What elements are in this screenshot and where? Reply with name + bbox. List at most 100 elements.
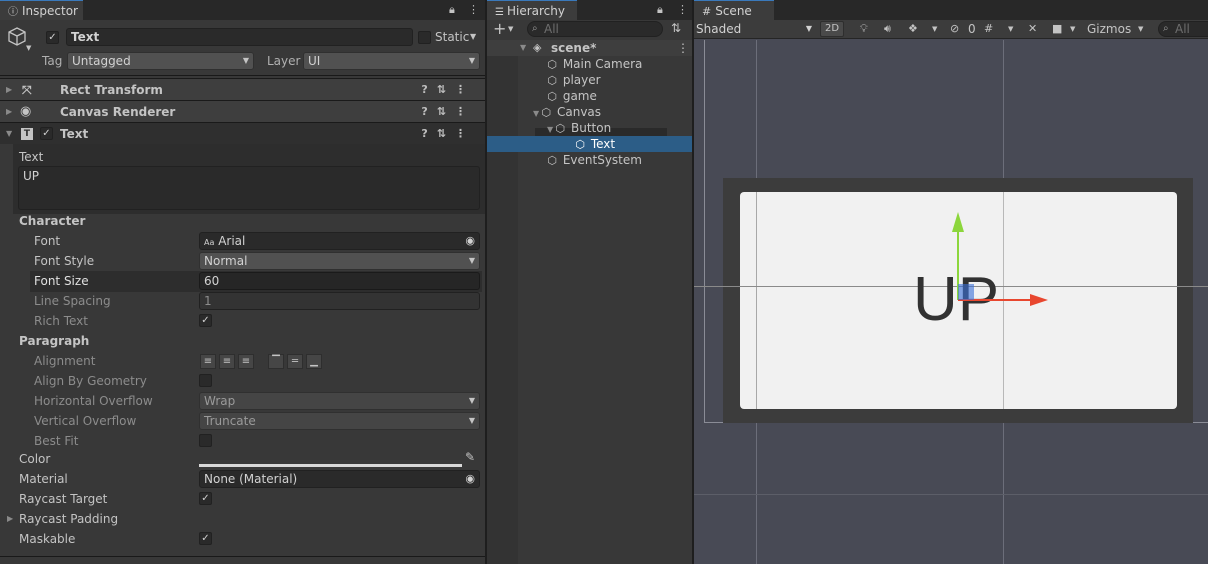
kebab-menu-icon[interactable]: ⋮ bbox=[677, 40, 689, 56]
align-middle-icon[interactable]: ═ bbox=[287, 354, 303, 369]
move-gizmo-icon[interactable] bbox=[944, 208, 1054, 318]
search-icon: ⌕ bbox=[532, 23, 538, 34]
font-style-dropdown[interactable]: Normal ▼ bbox=[199, 252, 480, 270]
text-component-icon: T bbox=[21, 128, 33, 140]
best-fit-checkbox[interactable] bbox=[199, 434, 212, 447]
chevron-down-icon[interactable]: ▼ bbox=[1138, 25, 1143, 33]
rect-transform-icon: ⤧ bbox=[22, 83, 32, 97]
tab-hierarchy[interactable]: ☰ Hierarchy bbox=[487, 0, 577, 20]
vertical-overflow-dropdown[interactable]: Truncate ▼ bbox=[199, 412, 480, 430]
list-item-main-camera[interactable]: ⬡ Main Camera bbox=[545, 56, 642, 72]
search-placeholder: All bbox=[1175, 22, 1190, 36]
rich-text-checkbox[interactable]: ✓ bbox=[199, 314, 212, 327]
chevron-down-icon[interactable]: ▼ bbox=[1070, 25, 1075, 33]
scene-viewport[interactable]: UP bbox=[694, 40, 1208, 564]
horizontal-overflow-dropdown[interactable]: Wrap ▼ bbox=[199, 392, 480, 410]
effects-icon[interactable]: ❖ bbox=[908, 19, 918, 39]
audio-icon[interactable]: 🔊︎ bbox=[884, 19, 891, 39]
component-enabled-checkbox[interactable]: ✓ bbox=[40, 127, 53, 140]
scene-row[interactable]: ▼ ◈ scene* ⋮ bbox=[487, 40, 692, 56]
lock-icon[interactable]: 🔒︎ bbox=[449, 0, 455, 20]
gizmos-dropdown[interactable]: Gizmos bbox=[1087, 20, 1131, 38]
scene-search-input[interactable]: ⌕ All bbox=[1158, 21, 1208, 37]
component-rect-transform[interactable]: ▶ ⤧ Rect Transform ?⇅⋮ bbox=[0, 78, 485, 100]
lock-icon[interactable]: 🔒︎ bbox=[657, 0, 663, 20]
align-center-icon[interactable]: ≡ bbox=[219, 354, 235, 369]
material-object-field[interactable]: None (Material) ◉ bbox=[199, 470, 480, 488]
list-item-text[interactable]: ⬡ Text bbox=[573, 136, 615, 152]
font-style-value: Normal bbox=[204, 254, 248, 268]
component-canvas-renderer[interactable]: ▶ ◉ Canvas Renderer ?⇅⋮ bbox=[0, 100, 485, 122]
toggle-2d-button[interactable]: 2D bbox=[820, 21, 844, 37]
info-icon: ⓘ bbox=[8, 7, 18, 18]
tab-inspector-label: Inspector bbox=[22, 4, 78, 18]
chevron-down-icon[interactable]: ▼ bbox=[932, 25, 937, 33]
sort-icon[interactable]: ⇅ bbox=[671, 21, 681, 35]
shading-mode-dropdown[interactable]: Shaded ▼ bbox=[696, 20, 814, 38]
font-label: Font bbox=[34, 234, 61, 248]
color-field[interactable] bbox=[199, 451, 462, 467]
raycast-target-checkbox[interactable]: ✓ bbox=[199, 492, 212, 505]
add-icon[interactable]: + bbox=[493, 20, 506, 38]
layer-dropdown[interactable]: UI ▼ bbox=[303, 52, 480, 70]
align-left-icon[interactable]: ≡ bbox=[200, 354, 216, 369]
align-by-geometry-checkbox[interactable] bbox=[199, 374, 212, 387]
hierarchy-search-input[interactable]: ⌕ All bbox=[527, 21, 663, 37]
line-spacing-field[interactable]: 1 bbox=[199, 292, 480, 310]
gameobject-icon: ⬡ bbox=[547, 74, 557, 87]
static-label: Static bbox=[435, 30, 470, 44]
align-right-icon[interactable]: ≡ bbox=[238, 354, 254, 369]
list-item-eventsystem[interactable]: ⬡ EventSystem bbox=[545, 152, 642, 168]
search-placeholder: All bbox=[544, 22, 559, 36]
maskable-checkbox[interactable]: ✓ bbox=[199, 532, 212, 545]
chevron-down-icon[interactable]: ▼ bbox=[470, 32, 476, 41]
list-item-canvas[interactable]: ▼ ⬡ Canvas bbox=[533, 104, 601, 120]
camera-icon[interactable]: ■ bbox=[1052, 19, 1062, 39]
lighting-icon[interactable]: 💡︎ bbox=[860, 19, 868, 39]
object-name-field[interactable]: Text bbox=[66, 28, 413, 46]
visibility-icon[interactable]: ⊘ bbox=[950, 19, 959, 39]
tools-icon[interactable]: ✕ bbox=[1028, 19, 1037, 39]
divider bbox=[0, 556, 485, 557]
component-actions[interactable]: ?⇅⋮ bbox=[421, 79, 475, 101]
eyedropper-icon[interactable]: ✎ bbox=[465, 450, 475, 464]
active-checkbox[interactable]: ✓ bbox=[46, 31, 59, 44]
component-actions[interactable]: ?⇅⋮ bbox=[421, 101, 475, 123]
object-picker-icon[interactable]: ◉ bbox=[465, 471, 475, 487]
raycast-padding-label[interactable]: Raycast Padding bbox=[19, 509, 118, 529]
tab-scene-label: Scene bbox=[715, 4, 752, 18]
font-size-field[interactable]: 60 bbox=[199, 272, 480, 290]
list-item-player[interactable]: ⬡ player bbox=[545, 72, 600, 88]
list-item-button[interactable]: ▼ ⬡ Button bbox=[547, 120, 611, 136]
component-actions[interactable]: ?⇅⋮ bbox=[421, 123, 475, 145]
kebab-menu-icon[interactable]: ⋮ bbox=[468, 0, 479, 20]
grid-snap-icon[interactable]: # bbox=[984, 19, 993, 39]
tag-value: Untagged bbox=[72, 54, 131, 68]
static-checkbox[interactable] bbox=[418, 31, 431, 44]
hidden-count: 0 bbox=[968, 22, 976, 36]
chevron-down-icon: ▼ bbox=[468, 56, 475, 65]
list-item-game[interactable]: ⬡ game bbox=[545, 88, 597, 104]
tab-scene[interactable]: # Scene bbox=[694, 0, 774, 20]
align-top-icon[interactable]: ▔ bbox=[268, 354, 284, 369]
align-bottom-icon[interactable]: ▁ bbox=[306, 354, 322, 369]
font-object-field[interactable]: Aa Arial ◉ bbox=[199, 232, 480, 250]
gameobject-icon: ⬡ bbox=[547, 154, 557, 167]
kebab-menu-icon[interactable]: ⋮ bbox=[677, 0, 688, 20]
text-value-area[interactable]: UP bbox=[18, 166, 480, 210]
canvas-bounds-line bbox=[704, 40, 705, 423]
best-fit-label: Best Fit bbox=[34, 434, 79, 448]
chevron-down-icon[interactable]: ▼ bbox=[508, 25, 513, 33]
chevron-down-icon: ▼ bbox=[468, 416, 475, 425]
chevron-down-icon[interactable]: ▼ bbox=[26, 44, 31, 52]
chevron-right-icon[interactable]: ▶ bbox=[7, 514, 13, 523]
chevron-down-icon[interactable]: ▼ bbox=[1008, 25, 1013, 33]
vertical-overflow-value: Truncate bbox=[204, 414, 256, 428]
component-text[interactable]: ▼ T ✓ Text ?⇅⋮ bbox=[0, 122, 485, 144]
object-picker-icon[interactable]: ◉ bbox=[465, 233, 475, 249]
list-item-label: Text bbox=[590, 137, 616, 151]
tab-inspector[interactable]: ⓘ Inspector bbox=[0, 0, 83, 20]
tag-label: Tag bbox=[42, 54, 63, 68]
tag-dropdown[interactable]: Untagged ▼ bbox=[67, 52, 254, 70]
scene-name: scene* bbox=[551, 41, 597, 55]
